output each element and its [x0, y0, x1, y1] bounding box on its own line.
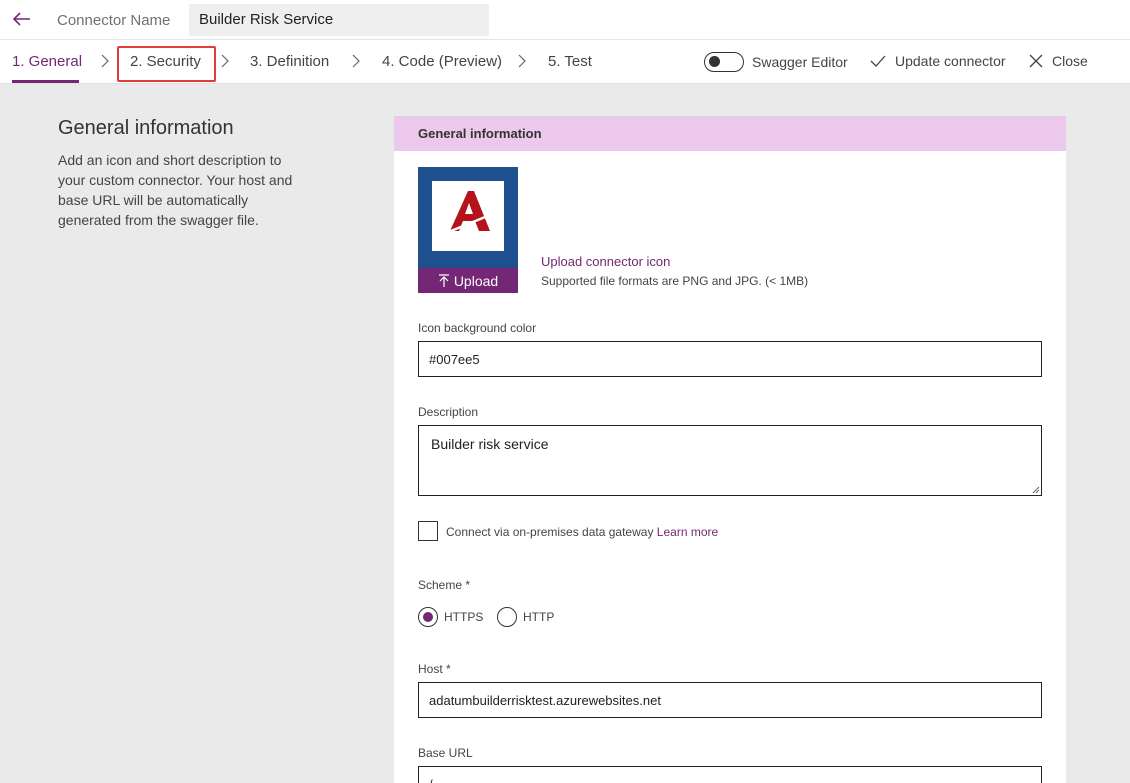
scheme-http-radio[interactable] — [497, 607, 517, 627]
chevron-right-icon — [517, 53, 527, 69]
update-connector-button[interactable]: Update connector — [870, 53, 1006, 69]
update-connector-label: Update connector — [895, 53, 1006, 69]
back-arrow-icon[interactable] — [10, 7, 34, 31]
connector-name-input[interactable] — [189, 4, 489, 36]
gateway-label-text: Connect via on-premises data gateway — [446, 525, 654, 539]
upload-button-label: Upload — [453, 272, 499, 289]
upload-hint: Supported file formats are PNG and JPG. … — [541, 274, 809, 288]
toggle-knob — [709, 56, 720, 67]
upload-connector-icon-link[interactable]: Upload connector icon — [541, 254, 670, 269]
chevron-right-icon — [100, 53, 110, 69]
base-url-label: Base URL — [418, 746, 473, 760]
gateway-checkbox-label: Connect via on-premises data gateway Lea… — [446, 525, 718, 539]
chevron-right-icon — [220, 53, 230, 69]
upload-arrow-icon — [438, 273, 449, 287]
description-textarea[interactable]: Builder risk service — [418, 425, 1042, 496]
top-bar: Connector Name — [0, 0, 1130, 40]
connector-name-label: Connector Name — [57, 12, 171, 29]
description-value: Builder risk service — [431, 436, 549, 452]
section-description: Add an icon and short description to you… — [58, 152, 293, 228]
tab-general[interactable]: 1. General — [12, 53, 82, 70]
swagger-editor-label: Swagger Editor — [752, 54, 848, 70]
section-title: General information — [58, 117, 234, 139]
host-input[interactable] — [418, 682, 1042, 718]
scheme-label: Scheme * — [418, 578, 471, 592]
active-tab-indicator — [12, 80, 79, 83]
host-label: Host * — [418, 662, 451, 676]
close-label: Close — [1052, 53, 1088, 69]
icon-bg-color-input[interactable] — [418, 341, 1042, 377]
radio-selected-dot — [423, 612, 433, 622]
tab-code-preview[interactable]: 4. Code (Preview) — [382, 53, 502, 70]
connector-icon-preview: Upload — [418, 167, 518, 293]
swagger-editor-toggle[interactable] — [704, 52, 744, 72]
chevron-right-icon — [351, 53, 361, 69]
scheme-https-radio[interactable] — [418, 607, 438, 627]
description-label: Description — [418, 405, 479, 419]
learn-more-link[interactable]: Learn more — [657, 525, 718, 539]
upload-button[interactable]: Upload — [418, 268, 518, 293]
scheme-http-label: HTTP — [523, 610, 555, 624]
tab-security[interactable]: 2. Security — [130, 53, 201, 70]
scheme-https-label: HTTPS — [444, 610, 484, 624]
close-button[interactable]: Close — [1029, 53, 1088, 69]
checkmark-icon — [870, 55, 886, 67]
gateway-checkbox[interactable] — [418, 521, 438, 541]
panel-header: General information — [394, 116, 1066, 151]
close-icon — [1029, 54, 1043, 68]
general-info-panel: General information Upload Upload connec… — [394, 116, 1066, 783]
tab-test[interactable]: 5. Test — [548, 53, 592, 70]
base-url-input[interactable] — [418, 766, 1042, 783]
wizard-nav: 1. General 2. Security 3. Definition 4. … — [0, 40, 1130, 84]
tab-definition[interactable]: 3. Definition — [250, 53, 329, 70]
icon-bg-color-label: Icon background color — [418, 321, 537, 335]
adatum-logo — [432, 181, 504, 251]
resize-grip-icon[interactable] — [1032, 486, 1040, 494]
